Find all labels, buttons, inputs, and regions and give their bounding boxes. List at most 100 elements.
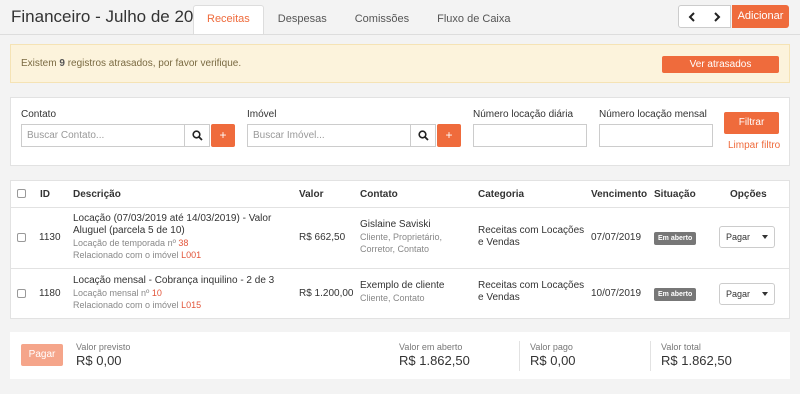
rental-reference-label: Locação de temporada nº (73, 238, 176, 248)
pay-options-dropdown[interactable] (756, 226, 775, 248)
row-description: Locação mensal - Cobrança inquilino - 2 … (73, 275, 293, 311)
valor-em-aberto-value: R$ 1.862,50 (399, 353, 470, 368)
column-header-situacao: Situação (654, 189, 696, 200)
contact-name: Exemplo de cliente (360, 280, 445, 291)
row-valor: R$ 1.200,00 (299, 288, 354, 299)
locacao-mensal-label: Número locação mensal (599, 109, 707, 120)
row-checkbox[interactable] (17, 289, 26, 298)
valor-total-label: Valor total (661, 342, 701, 352)
status-badge: Em aberto (654, 288, 697, 301)
valor-pago-label: Valor pago (530, 342, 573, 352)
plus-icon: + (219, 128, 227, 142)
footer-divider (519, 341, 520, 371)
imovel-search-button[interactable] (411, 124, 436, 147)
tab-bar: Receitas Despesas Comissões Fluxo de Cai… (193, 5, 525, 34)
rental-reference-label: Locação mensal nº (73, 288, 150, 298)
add-button[interactable]: Adicionar (732, 5, 789, 28)
imovel-label: Imóvel (247, 109, 277, 120)
tab-receitas[interactable]: Receitas (193, 5, 264, 34)
caret-down-icon (762, 235, 768, 239)
row-vencimento: 10/07/2019 (591, 288, 642, 299)
add-contato-button[interactable]: + (211, 124, 235, 147)
alert-prefix: Existem (21, 58, 57, 69)
column-header-valor: Valor (299, 189, 324, 200)
clear-filter-link[interactable]: Limpar filtro (728, 140, 780, 151)
page-header: Financeiro - Julho de 2019 Receitas Desp… (0, 0, 800, 34)
row-description: Locação (07/03/2019 até 14/03/2019) - Va… (73, 213, 293, 261)
tab-despesas[interactable]: Despesas (264, 5, 341, 34)
category-line-2: e Vendas (478, 237, 520, 248)
receitas-table: ID Descrição Valor Contato Categoria Ven… (10, 180, 790, 319)
tab-comissoes[interactable]: Comissões (341, 5, 423, 34)
category-line-1: Receitas com Locações (478, 225, 585, 236)
column-header-descricao: Descrição (73, 189, 121, 200)
row-categoria: Receitas com Locações e Vendas (478, 225, 588, 249)
contato-search-button[interactable] (185, 124, 210, 147)
valor-previsto-label: Valor previsto (76, 342, 131, 352)
column-header-vencimento: Vencimento (591, 189, 648, 200)
view-overdue-button[interactable]: Ver atrasados (662, 56, 779, 73)
description-line-2: Aluguel (parcela 5 de 10) (73, 225, 185, 236)
rental-reference-link[interactable]: 38 (178, 238, 188, 248)
property-reference-link[interactable]: L015 (181, 300, 201, 310)
tab-fluxo-de-caixa[interactable]: Fluxo de Caixa (423, 5, 524, 34)
column-header-contato: Contato (360, 189, 398, 200)
pay-button[interactable]: Pagar (719, 226, 757, 248)
contact-name: Gislaine Saviski (360, 219, 431, 230)
alert-message: Existem 9 registros atrasados, por favor… (21, 58, 241, 69)
locacao-diaria-label: Número locação diária (473, 109, 574, 120)
contact-roles-line-1: Cliente, Contato (360, 293, 425, 303)
page-title: Financeiro - Julho de 2019 (11, 7, 213, 26)
footer-divider (650, 341, 651, 371)
property-reference-label: Relacionado com o imóvel (73, 300, 179, 310)
filter-panel: Contato Buscar Contato... + Imóvel Busca… (10, 97, 790, 166)
locacao-diaria-input[interactable] (473, 124, 587, 147)
pay-selected-button[interactable]: Pagar (21, 344, 63, 366)
next-month-button[interactable] (704, 5, 731, 28)
property-reference: Relacionado com o imóvel L001 (73, 249, 293, 261)
status-badge: Em aberto (654, 232, 697, 245)
rental-reference: Locação mensal nº 10 (73, 287, 293, 299)
add-imovel-button[interactable]: + (437, 124, 461, 147)
valor-total-value: R$ 1.862,50 (661, 353, 732, 368)
column-header-opcoes: Opções (730, 189, 767, 200)
pay-button[interactable]: Pagar (719, 283, 757, 305)
chevron-left-icon (688, 11, 695, 22)
header-divider (0, 34, 800, 35)
contato-label: Contato (21, 109, 57, 120)
plus-icon: + (445, 128, 453, 142)
search-icon (417, 130, 429, 141)
locacao-mensal-input[interactable] (599, 124, 713, 147)
pay-options-dropdown[interactable] (756, 283, 775, 305)
row-vencimento: 07/07/2019 (591, 232, 642, 243)
contato-search-input[interactable]: Buscar Contato... (21, 124, 185, 147)
imovel-search-input[interactable]: Buscar Imóvel... (247, 124, 411, 147)
rental-reference-link[interactable]: 10 (152, 288, 162, 298)
previous-month-button[interactable] (678, 5, 705, 28)
row-checkbox[interactable] (17, 233, 26, 242)
column-header-categoria: Categoria (478, 189, 525, 200)
property-reference-label: Relacionado com o imóvel (73, 250, 179, 260)
contact-roles-line-1: Cliente, Proprietário, (360, 232, 443, 242)
caret-down-icon (762, 292, 768, 296)
search-icon (191, 130, 203, 141)
row-id: 1180 (39, 288, 61, 299)
row-contato: Exemplo de cliente Cliente, Contato (360, 280, 472, 304)
description-line-1: Locação (07/03/2019 até 14/03/2019) - Va… (73, 213, 272, 224)
valor-em-aberto-label: Valor em aberto (399, 342, 463, 352)
row-divider (11, 268, 789, 269)
chevron-right-icon (714, 11, 721, 22)
column-header-id: ID (40, 189, 50, 200)
alert-count: 9 (59, 58, 65, 69)
category-line-2: e Vendas (478, 292, 520, 303)
description-line-1: Locação mensal - Cobrança inquilino - 2 … (73, 275, 275, 286)
category-line-1: Receitas com Locações (478, 280, 585, 291)
filter-button[interactable]: Filtrar (724, 112, 779, 134)
valor-previsto-value: R$ 0,00 (76, 353, 122, 368)
alert-suffix: registros atrasados, por favor verifique… (67, 58, 242, 69)
property-reference-link[interactable]: L001 (181, 250, 201, 260)
row-valor: R$ 662,50 (299, 232, 346, 243)
select-all-checkbox[interactable] (17, 189, 26, 198)
row-categoria: Receitas com Locações e Vendas (478, 280, 588, 304)
row-contato: Gislaine Saviski Cliente, Proprietário, … (360, 219, 472, 255)
